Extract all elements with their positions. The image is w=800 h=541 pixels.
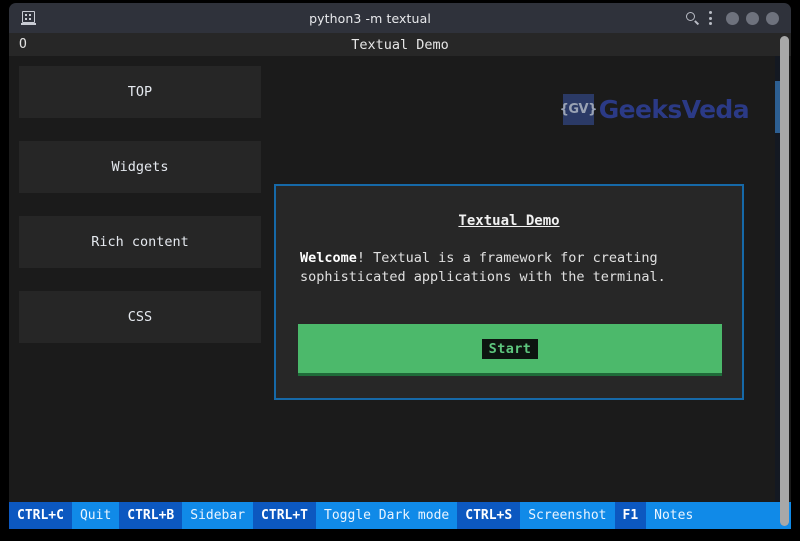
footer-action-quit[interactable]: Quit — [71, 502, 120, 529]
geeksveda-watermark: {GV} GeeksVeda — [560, 94, 750, 125]
geeksveda-mark-icon: {GV} — [560, 94, 597, 125]
footer-action-notes[interactable]: Notes — [646, 502, 702, 529]
footer-action-screenshot[interactable]: Screenshot — [520, 502, 615, 529]
start-button[interactable]: Start — [298, 324, 722, 376]
start-button-label: Start — [481, 338, 539, 359]
window-titlebar: python3 -m textual — [9, 3, 791, 33]
sidebar: TOP Widgets Rich content CSS — [9, 56, 271, 502]
window-controls — [726, 11, 779, 25]
footer-key-ctrl-c[interactable]: CTRL+C — [9, 502, 72, 529]
tui-body: TOP Widgets Rich content CSS {GV} GeeksV… — [9, 56, 791, 502]
screen-root: python3 -m textual O Textual Demo TOP Wi… — [0, 0, 800, 541]
footer-filler — [701, 502, 791, 529]
tui-header: O Textual Demo — [9, 33, 791, 56]
footer-key-ctrl-s[interactable]: CTRL+S — [457, 502, 521, 529]
sidebar-item-label: Rich content — [91, 234, 189, 250]
terminal-window-icon — [21, 11, 36, 25]
sidebar-item-top[interactable]: TOP — [19, 66, 261, 118]
footer-key-f1[interactable]: F1 — [614, 502, 647, 529]
sidebar-item-label: CSS — [127, 309, 153, 325]
window-title: python3 -m textual — [309, 10, 431, 26]
footer-keybar: CTRL+C Quit CTRL+B Sidebar CTRL+T Toggle… — [9, 502, 791, 529]
maximize-button[interactable] — [746, 11, 759, 25]
sidebar-item-css[interactable]: CSS — [19, 291, 261, 343]
footer-key-ctrl-t[interactable]: CTRL+T — [253, 502, 317, 529]
search-icon[interactable] — [685, 11, 700, 26]
main-content: {GV} GeeksVeda Textual Demo Welcome! Tex… — [271, 56, 791, 502]
sidebar-item-label: Widgets — [111, 159, 169, 175]
window-scrollbar[interactable] — [780, 36, 789, 526]
close-button[interactable] — [766, 11, 779, 25]
footer-action-sidebar[interactable]: Sidebar — [182, 502, 254, 529]
clock-indicator: O — [19, 37, 27, 52]
titlebar-left-group — [21, 11, 91, 25]
footer-key-ctrl-b[interactable]: CTRL+B — [119, 502, 183, 529]
welcome-word: Welcome — [300, 250, 357, 266]
sidebar-item-rich-content[interactable]: Rich content — [19, 216, 261, 268]
kebab-menu-icon[interactable] — [709, 11, 713, 25]
tui-header-title: Textual Demo — [351, 36, 449, 53]
sidebar-item-widgets[interactable]: Widgets — [19, 141, 261, 193]
terminal-viewport: O Textual Demo TOP Widgets Rich content … — [9, 33, 791, 529]
panel-body-text: Welcome! Textual is a framework for crea… — [300, 249, 742, 287]
welcome-panel: Textual Demo Welcome! Textual is a frame… — [274, 184, 744, 400]
minimize-button[interactable] — [726, 11, 739, 25]
sidebar-item-label: TOP — [127, 84, 153, 100]
footer-action-toggle-dark-mode[interactable]: Toggle Dark mode — [316, 502, 458, 529]
panel-title: Textual Demo — [458, 213, 560, 229]
window-scrollbar-thumb[interactable] — [780, 36, 789, 526]
geeksveda-wordmark: GeeksVeda — [598, 95, 750, 124]
titlebar-right-group — [649, 11, 779, 26]
